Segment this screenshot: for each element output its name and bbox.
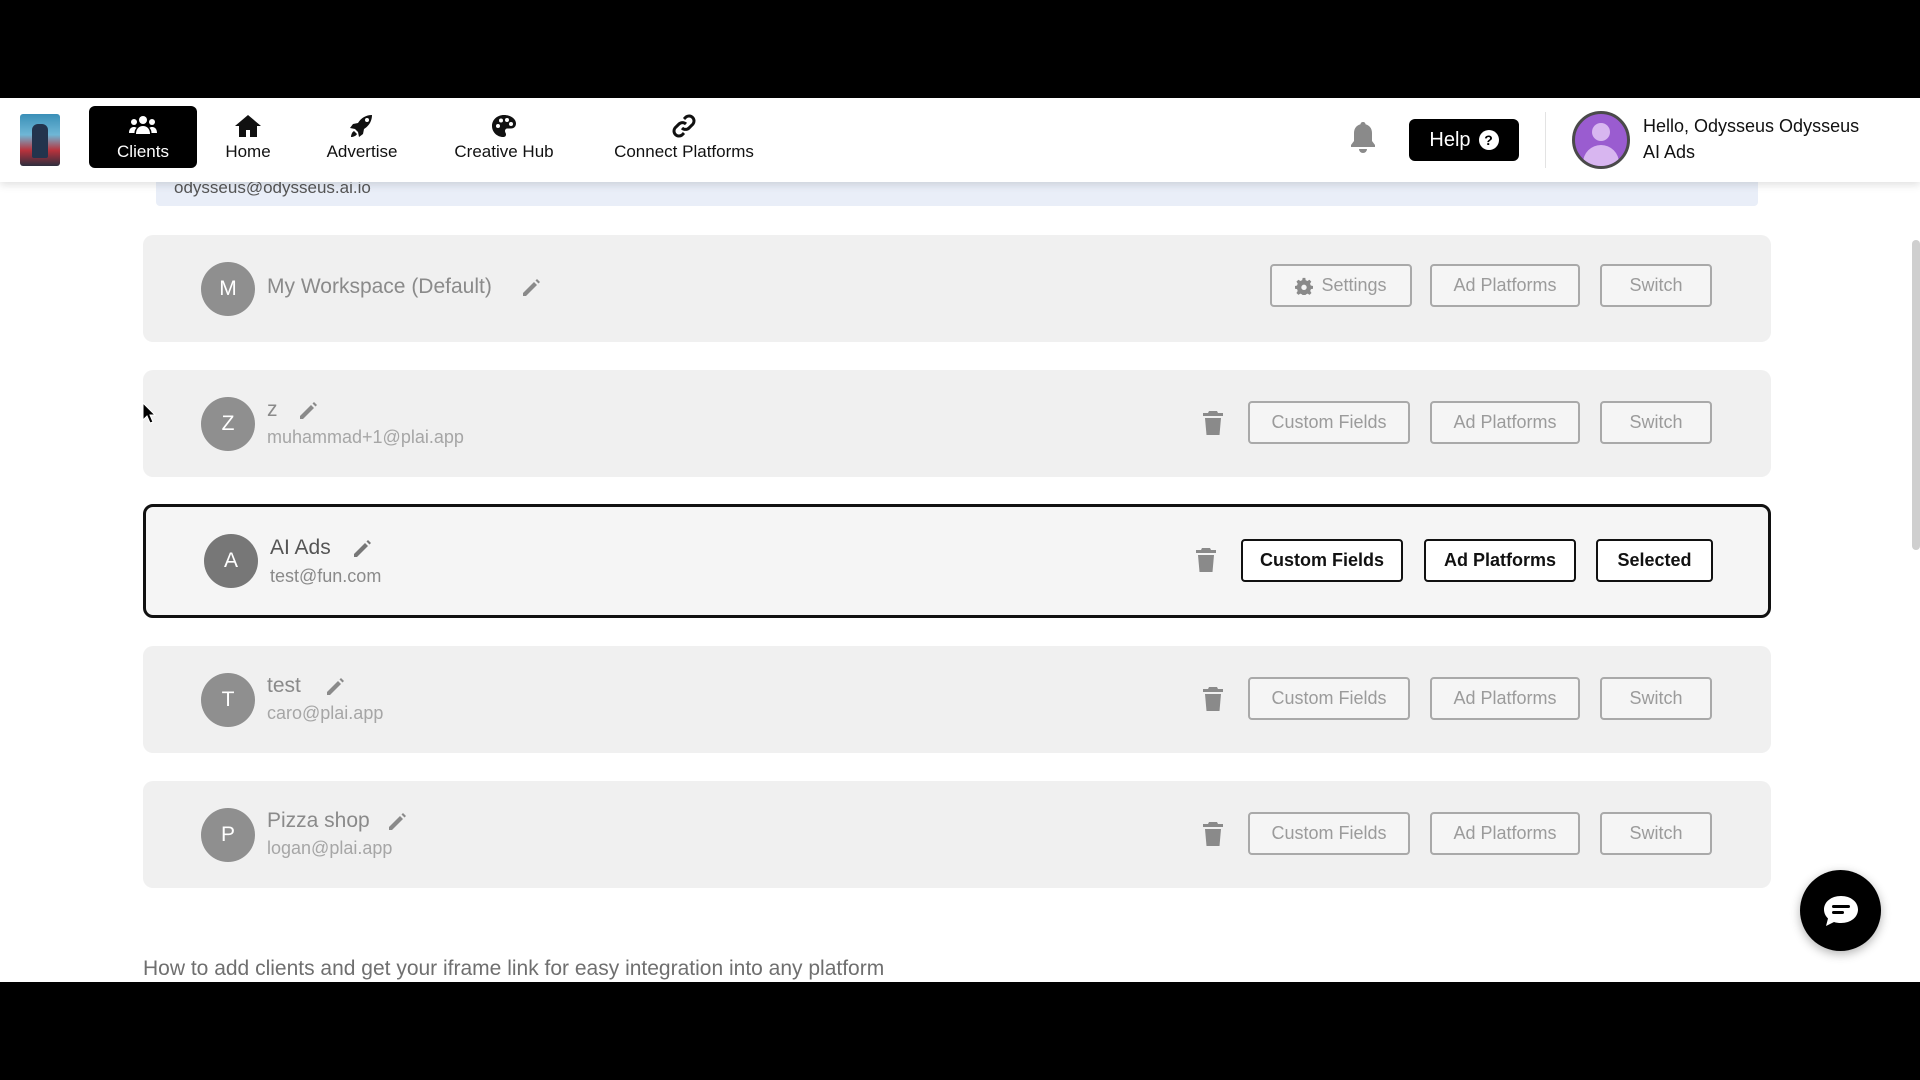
- workspace-email: muhammad+1@plai.app: [267, 427, 464, 447]
- help-label: Help: [1429, 128, 1471, 151]
- users-icon: [129, 115, 157, 134]
- ad-platforms-button[interactable]: Ad Platforms: [1430, 401, 1580, 444]
- settings-label: Settings: [1321, 275, 1387, 295]
- trash-icon[interactable]: [1202, 821, 1224, 847]
- custom-fields-button[interactable]: Custom Fields: [1248, 677, 1410, 720]
- ad-platforms-button[interactable]: Ad Platforms: [1424, 539, 1576, 582]
- nav-clients-label: Clients: [117, 141, 169, 161]
- pencil-icon[interactable]: [520, 277, 542, 299]
- workspace-name: AI Ads: [270, 536, 331, 559]
- top-navbar: Clients Home Advertise Creative Hub Conn…: [0, 98, 1920, 182]
- workspace-initial-badge: P: [201, 808, 255, 862]
- switch-button[interactable]: Switch: [1600, 401, 1712, 444]
- workspace-email: test@fun.com: [270, 566, 382, 586]
- nav-divider: [1545, 112, 1546, 168]
- settings-button[interactable]: Settings: [1270, 264, 1412, 307]
- workspace-initial-badge: Z: [201, 397, 255, 451]
- app-viewport: odysseus@odysseus.ai.io Clients Home Adv…: [0, 98, 1920, 982]
- selected-button[interactable]: Selected: [1596, 539, 1713, 582]
- trash-icon[interactable]: [1195, 547, 1217, 573]
- nav-clients[interactable]: Clients: [89, 106, 197, 168]
- workspace-email: caro@plai.app: [267, 703, 384, 723]
- workspace-row-ai-ads: A AI Ads test@fun.com Custom Fields Ad P…: [143, 504, 1771, 618]
- workspace-name: test: [267, 674, 301, 697]
- nav-advertise[interactable]: Advertise: [316, 106, 408, 168]
- nav-connect-platforms-label: Connect Platforms: [614, 141, 754, 161]
- custom-fields-button[interactable]: Custom Fields: [1241, 539, 1403, 582]
- bell-icon[interactable]: [1348, 120, 1378, 154]
- palette-icon: [492, 114, 516, 137]
- help-link-text[interactable]: How to add clients and get your iframe l…: [143, 957, 884, 981]
- workspace-name: Pizza shop: [267, 809, 370, 832]
- custom-fields-button[interactable]: Custom Fields: [1248, 812, 1410, 855]
- workspace-initial-badge: A: [204, 534, 258, 588]
- workspace-name: z: [267, 398, 278, 421]
- nav-home[interactable]: Home: [210, 106, 286, 168]
- chat-bubble-icon: [1823, 895, 1858, 926]
- home-icon: [235, 114, 261, 137]
- pencil-icon[interactable]: [297, 400, 319, 422]
- user-greeting[interactable]: Hello, Odysseus Odysseus: [1643, 116, 1859, 137]
- gear-icon: [1295, 277, 1314, 295]
- ad-platforms-button[interactable]: Ad Platforms: [1430, 677, 1580, 720]
- workspace-email: logan@plai.app: [267, 838, 393, 858]
- nav-connect-platforms[interactable]: Connect Platforms: [604, 106, 764, 168]
- link-icon: [672, 114, 696, 137]
- workspace-row-pizza-shop: P Pizza shop logan@plai.app Custom Field…: [143, 781, 1771, 888]
- brand-logo[interactable]: [20, 114, 60, 166]
- pencil-icon[interactable]: [386, 811, 408, 833]
- mouse-cursor-icon: [142, 402, 156, 424]
- pencil-icon[interactable]: [351, 538, 373, 560]
- workspace-initial-badge: M: [201, 262, 255, 316]
- scrollbar-thumb[interactable]: [1912, 240, 1920, 550]
- pencil-icon[interactable]: [324, 676, 346, 698]
- rocket-icon: [350, 114, 372, 137]
- trash-icon[interactable]: [1202, 410, 1224, 436]
- user-org[interactable]: AI Ads: [1643, 142, 1695, 163]
- workspace-row-z: Z z muhammad+1@plai.app Custom Fields Ad…: [143, 370, 1771, 477]
- help-button[interactable]: Help ?: [1409, 119, 1519, 161]
- custom-fields-button[interactable]: Custom Fields: [1248, 401, 1410, 444]
- nav-advertise-label: Advertise: [326, 141, 398, 161]
- switch-button[interactable]: Switch: [1600, 812, 1712, 855]
- nav-creative-hub-label: Creative Hub: [454, 141, 554, 161]
- workspace-row-test: T test caro@plai.app Custom Fields Ad Pl…: [143, 646, 1771, 753]
- nav-creative-hub[interactable]: Creative Hub: [446, 106, 562, 168]
- nav-home-label: Home: [225, 141, 271, 161]
- user-avatar[interactable]: [1572, 111, 1630, 169]
- trash-icon[interactable]: [1202, 686, 1224, 712]
- chat-button[interactable]: [1800, 870, 1881, 951]
- letterbox-bottom: [0, 982, 1920, 1080]
- switch-button[interactable]: Switch: [1600, 677, 1712, 720]
- letterbox-top: [0, 0, 1920, 98]
- question-icon: ?: [1478, 130, 1499, 150]
- workspace-initial-badge: T: [201, 673, 255, 727]
- ad-platforms-button[interactable]: Ad Platforms: [1430, 812, 1580, 855]
- workspace-row-default: M My Workspace (Default) Settings Ad Pla…: [143, 235, 1771, 342]
- workspace-name: My Workspace (Default): [267, 275, 492, 298]
- ad-platforms-button[interactable]: Ad Platforms: [1430, 264, 1580, 307]
- switch-button[interactable]: Switch: [1600, 264, 1712, 307]
